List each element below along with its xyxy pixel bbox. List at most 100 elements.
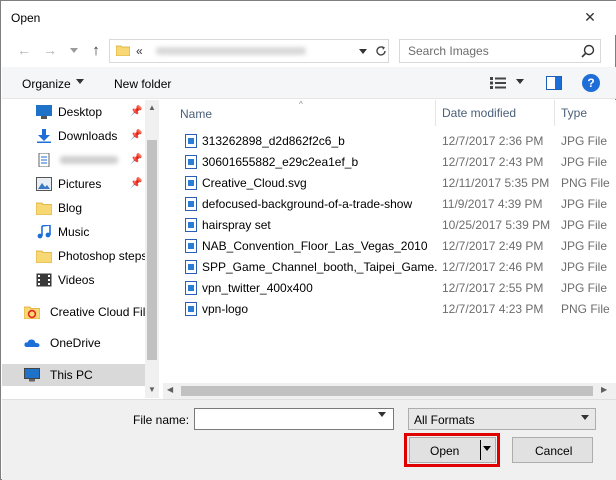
nav-item-label: Pictures: [58, 177, 102, 191]
column-header-name[interactable]: Name ^: [163, 100, 436, 126]
computer-icon: [24, 368, 40, 382]
column-header-type[interactable]: Type: [555, 100, 616, 126]
nav-item-obscured[interactable]: 📌: [2, 149, 145, 171]
nav-scroll-thumb[interactable]: [147, 140, 157, 360]
nav-item-music[interactable]: Music: [2, 221, 145, 243]
recent-locations-button[interactable]: [65, 41, 83, 59]
nav-item-onedrive[interactable]: OneDrive: [2, 332, 145, 354]
scroll-right-arrow-icon[interactable]: ▶: [601, 385, 607, 394]
organize-menu[interactable]: Organize: [22, 77, 71, 91]
forward-button[interactable]: →: [41, 41, 59, 59]
nav-item-this-pc[interactable]: This PC: [2, 364, 145, 386]
creative-cloud-folder-icon: [24, 306, 40, 319]
scroll-down-arrow-icon[interactable]: ▼: [145, 382, 159, 396]
file-name-field[interactable]: [194, 408, 394, 430]
nav-item-label: Music: [58, 225, 90, 239]
image-file-icon: [185, 281, 197, 295]
nav-item-pictures[interactable]: Pictures 📌: [2, 173, 145, 195]
new-folder-button[interactable]: New folder: [114, 77, 171, 91]
address-dropdown-button[interactable]: [354, 40, 372, 62]
scroll-left-arrow-icon[interactable]: ◀: [167, 385, 173, 394]
cancel-button[interactable]: Cancel: [512, 437, 593, 463]
file-date: 12/11/2017 5:35 PM: [442, 176, 550, 190]
arrow-left-icon: ←: [17, 42, 31, 58]
file-name-label: File name:: [133, 413, 190, 427]
up-button[interactable]: ↑: [87, 41, 105, 59]
address-path-obscured: [156, 47, 306, 55]
file-date: 11/9/2017 4:39 PM: [442, 197, 543, 211]
chevron-down-icon[interactable]: [483, 446, 491, 451]
image-file-icon: [185, 197, 197, 211]
image-file-icon: [185, 239, 197, 253]
scroll-up-arrow-icon[interactable]: ▲: [145, 100, 159, 114]
folder-icon: [36, 202, 52, 215]
nav-item-blog[interactable]: Blog: [2, 197, 145, 219]
file-row[interactable]: defocused-background-of-a-trade-show 11/…: [163, 193, 616, 214]
file-name: 30601655882_e29c2ea1ef_b: [202, 155, 359, 169]
file-type-select[interactable]: All Formats: [408, 408, 596, 430]
nav-item-label: Videos: [58, 273, 95, 287]
pin-icon: 📌: [130, 130, 143, 141]
nav-item-photoshop-steps[interactable]: Photoshop steps: [2, 245, 147, 267]
file-date: 10/25/2017 5:39 PM: [442, 218, 551, 232]
file-type: JPG File: [561, 134, 608, 148]
nav-item-desktop[interactable]: Desktop 📌: [2, 101, 145, 123]
open-split-divider: [480, 440, 481, 460]
chevron-down-icon: [70, 47, 78, 53]
file-name: NAB_Convention_Floor_Las_Vegas_2010: [202, 239, 428, 253]
file-row[interactable]: vpn-logo 12/7/2017 4:23 PM PNG File: [163, 298, 616, 319]
preview-pane-icon[interactable]: [546, 76, 562, 90]
window-title: Open: [11, 11, 41, 25]
image-file-icon: [185, 134, 197, 148]
refresh-button[interactable]: [372, 40, 390, 62]
nav-item-creative-cloud-files[interactable]: Creative Cloud Fil: [2, 301, 145, 323]
navigation-pane: Desktop 📌 Downloads 📌 📌 Pictures 📌 Blog …: [2, 100, 159, 398]
arrow-up-icon: ↑: [92, 41, 100, 59]
file-row[interactable]: vpn_twitter_400x400 12/7/2017 2:55 PM JP…: [163, 277, 616, 298]
address-bar[interactable]: «: [109, 39, 389, 63]
image-file-icon: [185, 155, 197, 169]
refresh-icon: [376, 46, 386, 56]
nav-item-videos[interactable]: Videos: [2, 269, 145, 291]
music-icon: [37, 225, 51, 239]
file-row[interactable]: Creative_Cloud.svg 12/11/2017 5:35 PM PN…: [163, 172, 616, 193]
horizontal-scroll-thumb[interactable]: [181, 386, 593, 396]
title-bar: Open ✕: [1, 1, 616, 35]
file-row[interactable]: NAB_Convention_Floor_Las_Vegas_2010 12/7…: [163, 235, 616, 256]
file-date: 12/7/2017 2:36 PM: [442, 134, 544, 148]
image-file-icon: [185, 176, 197, 190]
close-button[interactable]: ✕: [575, 5, 605, 29]
chevron-down-icon: [359, 48, 367, 54]
download-icon: [37, 129, 51, 143]
file-row[interactable]: 313262898_d2d862f2c6_b 12/7/2017 2:36 PM…: [163, 130, 616, 151]
open-button[interactable]: Open: [409, 437, 496, 463]
chevron-down-icon: [581, 415, 589, 420]
file-date: 12/7/2017 4:23 PM: [442, 302, 544, 316]
pin-icon: 📌: [130, 178, 143, 189]
file-list: Name ^ Date modified Type 313262898_d2d8…: [163, 100, 616, 398]
column-header-date[interactable]: Date modified: [436, 100, 555, 126]
nav-pane-scrollbar[interactable]: ▲ ▼: [145, 100, 159, 398]
file-row[interactable]: SPP_Game_Channel_booth,_Taipei_Game... 1…: [163, 256, 616, 277]
file-list-horizontal-scrollbar[interactable]: ◀ ▶: [163, 383, 616, 399]
file-type: JPG File: [561, 239, 608, 253]
file-date: 12/7/2017 2:49 PM: [442, 239, 544, 253]
chevron-down-icon[interactable]: [516, 79, 524, 84]
file-type: JPG File: [561, 197, 608, 211]
file-type: PNG File: [561, 302, 610, 316]
search-icon: [581, 44, 595, 58]
nav-item-downloads[interactable]: Downloads 📌: [2, 125, 145, 147]
view-options-icon[interactable]: [490, 76, 506, 90]
file-row[interactable]: 30601655882_e29c2ea1ef_b 12/7/2017 2:43 …: [163, 151, 616, 172]
file-row[interactable]: hairspray set 10/25/2017 5:39 PM JPG Fil…: [163, 214, 616, 235]
file-date: 12/7/2017 2:55 PM: [442, 281, 544, 295]
column-header-type-label: Type: [561, 106, 588, 120]
help-icon[interactable]: ?: [582, 74, 600, 92]
pictures-icon: [36, 177, 52, 191]
chevron-down-icon[interactable]: [378, 412, 386, 417]
search-input[interactable]: Search Images: [399, 39, 601, 63]
file-name: hairspray set: [202, 218, 271, 232]
image-file-icon: [185, 260, 197, 274]
back-button[interactable]: ←: [15, 41, 33, 59]
file-name: vpn-logo: [202, 302, 249, 316]
